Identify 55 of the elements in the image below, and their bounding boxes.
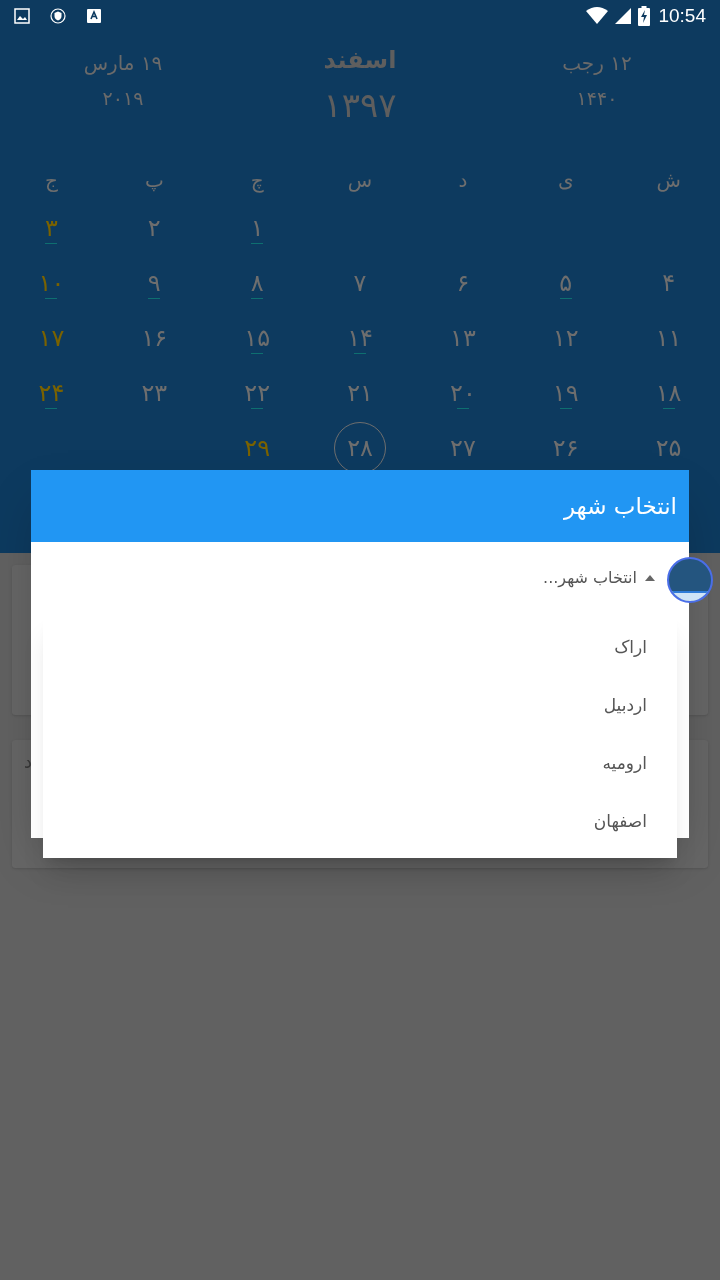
calendar-day[interactable]: ۱۰ — [29, 262, 74, 303]
calendar-day[interactable]: ۲۰ — [440, 372, 485, 413]
weekday-label: س — [347, 167, 373, 194]
dropdown-option[interactable]: اصفهان — [43, 793, 677, 851]
calendar-day[interactable]: ۲۳ — [132, 372, 177, 413]
calendar-day[interactable]: ۲۵ — [646, 427, 691, 468]
clock-time: 10:54 — [658, 3, 706, 28]
calendar-day[interactable]: ۱۵ — [235, 317, 280, 358]
calendar-day[interactable]: ۱۱ — [646, 317, 691, 358]
calendar-day[interactable]: ۴ — [646, 262, 691, 303]
calendar-day[interactable]: ۷ — [338, 262, 382, 303]
dialog-title: انتخاب شهر — [563, 491, 677, 522]
battery-icon — [638, 6, 651, 26]
city-dropdown[interactable]: انتخاب شهر... — [543, 566, 655, 590]
app-icon — [86, 8, 102, 24]
year-label: ۱۴۴۰ — [576, 86, 618, 111]
calendar-day[interactable]: ۲ — [132, 207, 177, 248]
calendar-day[interactable]: ۱۷ — [29, 317, 74, 358]
calendar-day[interactable]: ۶ — [440, 262, 485, 303]
wifi-icon — [586, 7, 609, 25]
year-label: ۱۳۹۷ — [323, 84, 397, 127]
calendar-day[interactable]: ۱۹ — [543, 372, 588, 413]
calendar-day[interactable]: ۸ — [235, 262, 280, 303]
year-label: ۲۰۱۹ — [102, 86, 144, 111]
caret-icon — [645, 575, 655, 581]
date-label: ۱۹ مارس — [83, 50, 163, 77]
calendar-day[interactable]: ۲۹ — [235, 427, 280, 468]
month-name: اسفند — [323, 45, 397, 76]
date-label: ۱۲ رجب — [562, 50, 632, 77]
dropdown-option[interactable]: اردبیل — [43, 677, 677, 735]
shield-icon — [50, 8, 66, 24]
calendar-day[interactable]: ۲۱ — [338, 372, 382, 413]
calendar-day[interactable]: ۵ — [543, 262, 588, 303]
calendar-day[interactable]: ۲۶ — [543, 427, 588, 468]
calendar-day[interactable]: ۲۴ — [29, 372, 74, 413]
calendar-day[interactable]: ۳ — [29, 207, 74, 248]
calendar-day[interactable]: ۱ — [235, 207, 280, 248]
calendar-day[interactable]: ۱۳ — [440, 317, 485, 358]
weekday-label: د — [458, 167, 468, 194]
calendar-day[interactable]: ۱۶ — [132, 317, 177, 358]
image-icon — [14, 8, 30, 24]
weekday-label: چ — [250, 167, 264, 195]
calendar-day[interactable]: ۹ — [132, 262, 177, 303]
weekday-label: ش — [656, 167, 681, 194]
calendar-day[interactable]: ۲۲ — [235, 372, 280, 413]
calendar-day[interactable]: ۱۴ — [338, 317, 382, 358]
calendar-day[interactable]: ۱۲ — [543, 317, 588, 358]
weekday-label: ج — [45, 167, 58, 194]
calendar-day[interactable]: ۱۸ — [646, 372, 691, 413]
weekday-label: پ — [144, 167, 164, 194]
dropdown-option[interactable]: اراک — [43, 619, 677, 677]
signal-icon — [614, 7, 633, 25]
calendar-day[interactable]: ۲۷ — [440, 427, 485, 468]
dropdown-option[interactable]: ارومیه — [43, 735, 677, 793]
weekday-label: ی — [557, 167, 574, 194]
